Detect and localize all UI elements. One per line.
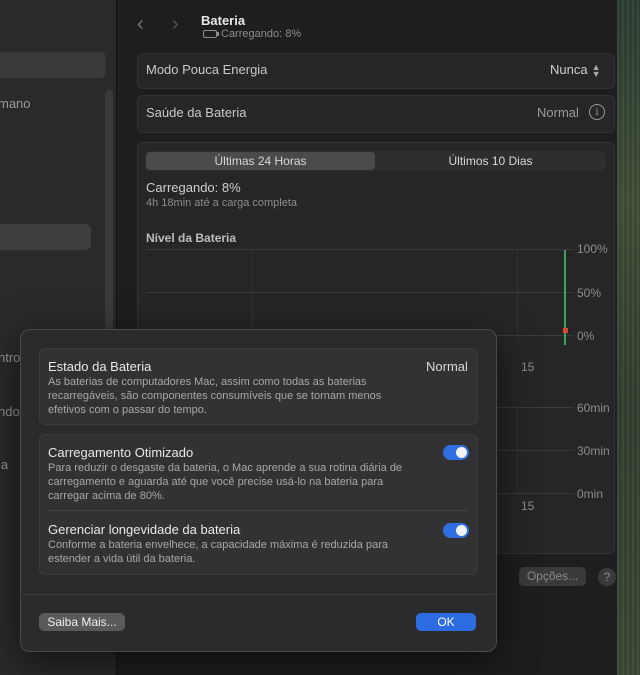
optimized-charging-title: Carregamento Otimizado [48, 445, 194, 460]
longevity-description: Conforme a bateria envelhece, a capacida… [48, 539, 388, 565]
level-gridline [146, 249, 574, 250]
low-power-value: Nunca [550, 62, 588, 77]
tab-last-10-days[interactable]: Últimos 10 Dias [376, 154, 605, 168]
battery-state-description: As baterias de computadores Mac, assim c… [48, 376, 382, 416]
sidebar-item-fragment[interactable]: la [0, 457, 8, 472]
help-button[interactable]: ? [598, 568, 616, 586]
usage-tick-label: 30min [577, 444, 610, 458]
tab-last-24-hours[interactable]: Últimas 24 Horas [146, 154, 375, 168]
battery-health-label: Saúde da Bateria [146, 105, 247, 120]
page-title: Bateria [201, 13, 246, 28]
sidebar-search-field[interactable] [0, 52, 106, 78]
usage-tick-label: 60min [577, 401, 610, 415]
level-gridline [146, 292, 574, 293]
level-tick-label: 100% [577, 242, 608, 256]
usage-tick-label: 0min [577, 487, 604, 501]
options-button[interactable]: Opções... [519, 567, 586, 586]
level-x-label: 15 [521, 360, 535, 374]
desktop-background [617, 0, 640, 675]
usage-vertical-gridline [517, 407, 518, 493]
sidebar-item-fragment[interactable]: ntro [0, 350, 20, 365]
level-tick-label: 0% [577, 329, 595, 343]
forward-button[interactable]: › [172, 13, 179, 36]
sidebar-item-fragment[interactable]: ndo [0, 404, 20, 419]
optimized-charging-toggle[interactable] [443, 445, 469, 460]
learn-more-button[interactable]: Saiba Mais... [39, 613, 125, 631]
back-button[interactable]: ‹ [137, 13, 144, 36]
subtitle-text: Carregando: 8% [221, 28, 302, 40]
ok-button[interactable]: OK [416, 613, 476, 631]
charging-status: Carregando: 8% [146, 180, 241, 195]
sidebar-item-selected[interactable] [0, 224, 91, 250]
sidebar-item-fragment[interactable]: mano [0, 96, 31, 111]
battery-state-value: Normal [426, 359, 468, 374]
longevity-title: Gerenciar longevidade da bateria [48, 522, 241, 537]
level-chart-title: Nível da Bateria [146, 231, 237, 245]
battery-icon [203, 30, 219, 38]
charging-eta: 4h 18min até a carga completa [146, 197, 298, 209]
info-icon[interactable]: i [589, 104, 605, 120]
level-chart-marker [563, 328, 568, 333]
chevron-updown-icon: ▲ ▼ [591, 61, 601, 79]
low-power-label: Modo Pouca Energia [146, 62, 268, 77]
page-subtitle: Carregando: 8% [203, 28, 301, 40]
longevity-toggle[interactable] [443, 523, 469, 538]
section-divider [48, 510, 468, 511]
dialog-footer-divider [20, 594, 495, 595]
battery-state-title: Estado da Bateria [48, 359, 152, 374]
low-power-select[interactable]: Nunca ▲ ▼ [550, 62, 601, 78]
level-tick-label: 50% [577, 286, 602, 300]
level-vertical-gridline [252, 249, 253, 335]
optimized-charging-description: Para reduzir o desgaste da bateria, o Ma… [48, 462, 403, 502]
usage-x-label: 15 [521, 499, 535, 513]
level-vertical-gridline [517, 249, 518, 335]
battery-health-value: Normal [537, 105, 579, 120]
